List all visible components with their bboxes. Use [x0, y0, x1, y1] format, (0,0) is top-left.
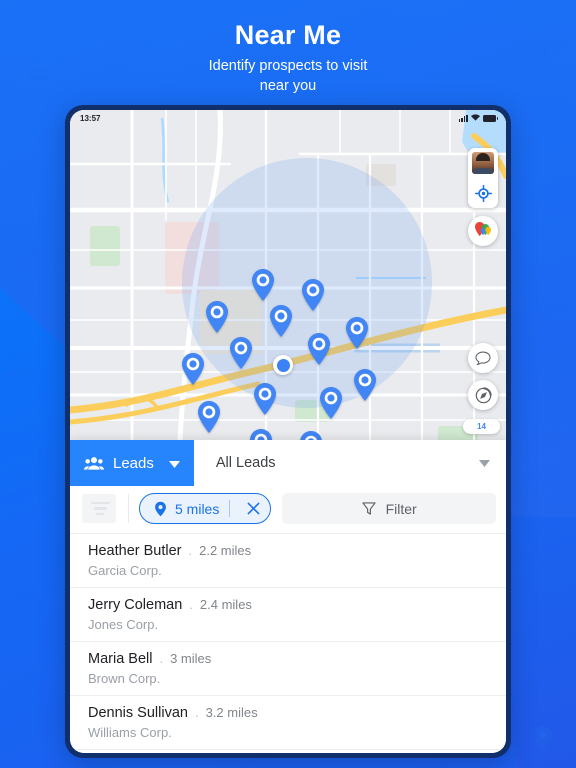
tab-leads[interactable]: Leads — [70, 440, 194, 486]
my-location-icon — [474, 184, 492, 202]
chevron-down-icon — [479, 455, 490, 471]
lead-separator: . — [189, 597, 193, 612]
close-icon[interactable] — [240, 496, 266, 522]
filter-button[interactable]: Filter — [282, 493, 496, 524]
map-pin-icon[interactable] — [300, 278, 326, 312]
lead-distance: 3.2 miles — [205, 705, 258, 720]
lead-company: Garcia Corp. — [88, 563, 162, 578]
list-item[interactable]: Maria Bell . 3 miles Brown Corp. — [70, 642, 506, 696]
lead-name: Dennis Sullivan — [88, 705, 188, 721]
filter-button-label: Filter — [385, 500, 417, 517]
battery-icon — [483, 114, 499, 122]
page-header: Near Me Identify prospects to visit near… — [0, 0, 576, 96]
map-pin-icon[interactable] — [196, 400, 222, 434]
navigation-arrow-icon — [8, 365, 30, 385]
my-location-button[interactable] — [468, 178, 498, 208]
people-icon — [84, 456, 104, 470]
lead-distance: 2.4 miles — [199, 597, 252, 612]
map-pin-icon[interactable] — [252, 382, 278, 416]
lead-separator: . — [194, 705, 199, 720]
record-type-value: All Leads — [215, 455, 276, 471]
lead-company: Williams Corp. — [88, 725, 172, 740]
map-pin-icon[interactable] — [344, 316, 370, 350]
lead-separator: . — [159, 651, 164, 666]
map-control-card — [468, 148, 498, 208]
lead-heading: Jerry Coleman . 2.4 miles — [88, 597, 488, 613]
sort-lines-icon[interactable] — [82, 494, 116, 523]
map-view[interactable]: 14 — [70, 110, 506, 440]
radius-chip[interactable]: 5 miles — [139, 493, 272, 524]
map-pin-icon[interactable] — [268, 304, 294, 338]
phone-screen: 13:57 14 Leads All Leads 5 miles Filter … — [70, 110, 506, 753]
map-pin-icon[interactable] — [248, 428, 274, 440]
map-pin-icon[interactable] — [204, 300, 230, 334]
map-pin-icon[interactable] — [318, 386, 344, 420]
lead-heading: Dennis Sullivan . 3.2 miles — [88, 705, 488, 721]
compass-icon — [475, 386, 492, 403]
map-zoom-level: 14 — [463, 419, 500, 434]
toolbar-divider — [128, 494, 129, 523]
wifi-icon — [471, 113, 480, 123]
panel-header-row: Leads All Leads — [70, 440, 506, 486]
map-pin-icon[interactable] — [228, 336, 254, 370]
signal-icon — [458, 114, 468, 122]
filter-toolbar: 5 miles Filter — [70, 486, 506, 534]
lead-company: Brown Corp. — [88, 671, 161, 686]
profile-avatar-button[interactable] — [468, 148, 498, 178]
map-controls — [468, 148, 498, 246]
tab-leads-label: Leads — [113, 454, 154, 472]
lead-name: Jerry Coleman — [88, 597, 183, 613]
lead-heading: Maria Bell . 3 miles — [88, 651, 488, 667]
map-pin-icon[interactable] — [250, 268, 276, 302]
page-subtitle: Identify prospects to visit near you — [0, 57, 576, 96]
speech-bubble-icon — [475, 351, 491, 365]
filter-funnel-icon — [361, 502, 376, 515]
map-pin-icon[interactable] — [180, 352, 206, 386]
avatar — [472, 152, 494, 174]
lead-name: Heather Butler — [88, 543, 182, 559]
list-item[interactable]: Jerry Coleman . 2.4 miles Jones Corp. — [70, 588, 506, 642]
lead-distance: 3 miles — [170, 651, 212, 666]
lead-name: Maria Bell — [88, 651, 153, 667]
map-pin-colored-icon — [474, 221, 491, 236]
map-pin-icon — [155, 501, 166, 516]
lead-heading: Heather Butler . 2.2 miles — [88, 543, 488, 559]
leads-list[interactable]: Heather Butler . 2.2 miles Garcia Corp. … — [70, 534, 506, 753]
chevron-down-icon — [168, 455, 180, 472]
feedback-button[interactable] — [468, 343, 498, 373]
page-subtitle-line-1: Identify prospects to visit — [208, 58, 368, 75]
map-pin-icon[interactable] — [306, 332, 332, 366]
list-item[interactable]: Dennis Sullivan . 3.2 miles Williams Cor… — [70, 696, 506, 750]
chip-divider — [229, 500, 231, 517]
lead-separator: . — [188, 543, 193, 558]
map-controls-bottom — [468, 343, 498, 410]
compass-button[interactable] — [468, 380, 498, 410]
phone-frame: 13:57 14 Leads All Leads 5 miles Filter … — [65, 105, 511, 758]
saved-places-button[interactable] — [468, 216, 498, 246]
page-title: Near Me — [234, 20, 342, 50]
record-type-select[interactable]: All Leads — [194, 440, 506, 486]
map-pin-icon[interactable] — [298, 430, 324, 440]
lead-company: Jones Corp. — [88, 617, 159, 632]
lead-distance: 2.2 miles — [199, 543, 252, 558]
leads-panel: Leads All Leads 5 miles Filter Heather B… — [70, 440, 506, 753]
list-item[interactable]: Heather Butler . 2.2 miles Garcia Corp. — [70, 534, 506, 588]
current-location-dot — [273, 355, 293, 375]
radius-chip-label: 5 miles — [175, 500, 220, 517]
page-subtitle-line-2: near you — [259, 77, 317, 94]
status-bar: 13:57 — [70, 110, 506, 126]
map-pin-icon — [534, 726, 552, 750]
status-bar-icons — [458, 113, 499, 123]
map-pin-icon[interactable] — [352, 368, 378, 402]
status-bar-time: 13:57 — [80, 113, 101, 123]
